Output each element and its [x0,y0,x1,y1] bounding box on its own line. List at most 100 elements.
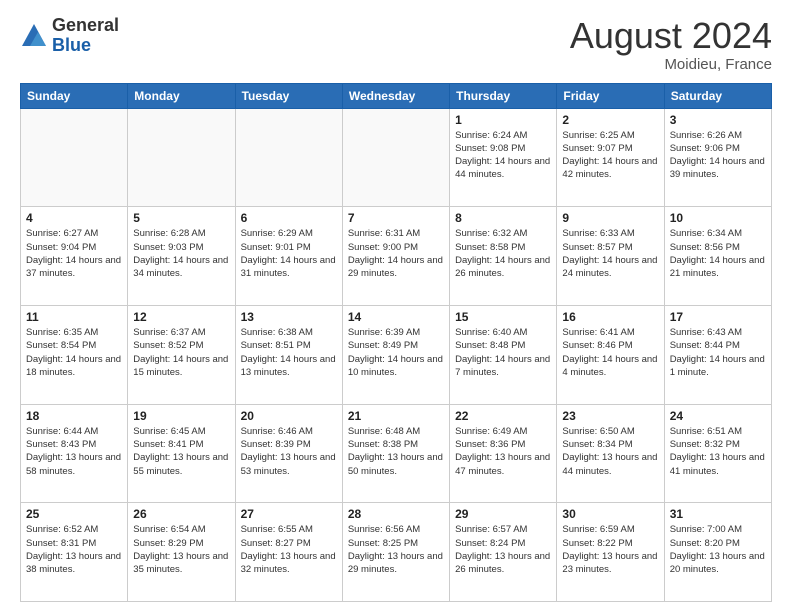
week-row-0: 1 Sunrise: 6:24 AM Sunset: 9:08 PM Daylig… [21,108,772,207]
header-monday: Monday [128,83,235,108]
cell-w0-d1 [128,108,235,207]
cell-w2-d1: 12 Sunrise: 6:37 AM Sunset: 8:52 PM Dayli… [128,305,235,404]
cell-w4-d2: 27 Sunrise: 6:55 AM Sunset: 8:27 PM Dayli… [235,503,342,602]
day-num-10: 10 [670,211,766,225]
day-num-24: 24 [670,409,766,423]
header-sunday: Sunday [21,83,128,108]
day-num-7: 7 [348,211,444,225]
calendar-header-row: Sunday Monday Tuesday Wednesday Thursday… [21,83,772,108]
day-info-9: Sunrise: 6:33 AM Sunset: 8:57 PM Dayligh… [562,227,658,280]
day-num-26: 26 [133,507,229,521]
day-num-29: 29 [455,507,551,521]
cell-w3-d6: 24Sunrise: 6:51 AM Sunset: 8:32 PM Dayli… [664,404,771,503]
day-info-2: Sunrise: 6:25 AM Sunset: 9:07 PM Dayligh… [562,129,658,182]
day-num-13: 13 [241,310,337,324]
day-num-5: 5 [133,211,229,225]
header-saturday: Saturday [664,83,771,108]
logo: General Blue [20,16,119,56]
cell-w4-d6: 31 Sunrise: 7:00 AM Sunset: 8:20 PM Dayli… [664,503,771,602]
day-num-1: 1 [455,113,551,127]
cell-w2-d2: 13Sunrise: 6:38 AM Sunset: 8:51 PM Dayli… [235,305,342,404]
cell-w2-d4: 15 Sunrise: 6:40 AM Sunset: 8:48 PM Dayli… [450,305,557,404]
cell-w2-d3: 14Sunrise: 6:39 AM Sunset: 8:49 PM Dayli… [342,305,449,404]
cell-w2-d0: 11 Sunrise: 6:35 AM Sunset: 8:54 PM Dayli… [21,305,128,404]
page: General Blue August 2024 Moidieu, France… [0,0,792,612]
day-num-28: 28 [348,507,444,521]
cell-w2-d6: 17Sunrise: 6:43 AM Sunset: 8:44 PM Dayli… [664,305,771,404]
day-info-8: Sunrise: 6:32 AM Sunset: 8:58 PM Dayligh… [455,227,551,280]
cell-w1-d4: 8 Sunrise: 6:32 AM Sunset: 8:58 PM Daylig… [450,207,557,306]
day-num-25: 25 [26,507,122,521]
day-num-21: 21 [348,409,444,423]
day-info-31: Sunrise: 7:00 AM Sunset: 8:20 PM Dayligh… [670,523,766,576]
cell-w1-d2: 6 Sunrise: 6:29 AM Sunset: 9:01 PM Daylig… [235,207,342,306]
day-info-16: Sunrise: 6:41 AM Sunset: 8:46 PM Dayligh… [562,326,658,379]
day-num-4: 4 [26,211,122,225]
header-wednesday: Wednesday [342,83,449,108]
day-num-8: 8 [455,211,551,225]
day-info-18: Sunrise: 6:44 AM Sunset: 8:43 PM Dayligh… [26,425,122,478]
day-num-31: 31 [670,507,766,521]
day-num-16: 16 [562,310,658,324]
cell-w0-d3 [342,108,449,207]
day-info-12: Sunrise: 6:37 AM Sunset: 8:52 PM Dayligh… [133,326,229,379]
day-num-22: 22 [455,409,551,423]
cell-w4-d5: 30Sunrise: 6:59 AM Sunset: 8:22 PM Dayli… [557,503,664,602]
week-row-3: 18 Sunrise: 6:44 AM Sunset: 8:43 PM Dayli… [21,404,772,503]
day-info-20: Sunrise: 6:46 AM Sunset: 8:39 PM Dayligh… [241,425,337,478]
month-title: August 2024 [570,16,772,56]
cell-w4-d1: 26 Sunrise: 6:54 AM Sunset: 8:29 PM Dayli… [128,503,235,602]
day-info-6: Sunrise: 6:29 AM Sunset: 9:01 PM Dayligh… [241,227,337,280]
title-area: August 2024 Moidieu, France [570,16,772,73]
cell-w3-d3: 21 Sunrise: 6:48 AM Sunset: 8:38 PM Dayli… [342,404,449,503]
cell-w4-d4: 29 Sunrise: 6:57 AM Sunset: 8:24 PM Dayli… [450,503,557,602]
day-num-12: 12 [133,310,229,324]
day-num-11: 11 [26,310,122,324]
day-info-23: Sunrise: 6:50 AM Sunset: 8:34 PM Dayligh… [562,425,658,478]
day-info-7: Sunrise: 6:31 AM Sunset: 9:00 PM Dayligh… [348,227,444,280]
logo-icon [20,22,48,50]
day-num-27: 27 [241,507,337,521]
cell-w1-d5: 9Sunrise: 6:33 AM Sunset: 8:57 PM Daylig… [557,207,664,306]
header: General Blue August 2024 Moidieu, France [20,16,772,73]
location: Moidieu, France [570,56,772,73]
day-num-30: 30 [562,507,658,521]
day-info-5: Sunrise: 6:28 AM Sunset: 9:03 PM Dayligh… [133,227,229,280]
week-row-4: 25 Sunrise: 6:52 AM Sunset: 8:31 PM Dayli… [21,503,772,602]
day-info-21: Sunrise: 6:48 AM Sunset: 8:38 PM Dayligh… [348,425,444,478]
day-num-14: 14 [348,310,444,324]
cell-w3-d5: 23 Sunrise: 6:50 AM Sunset: 8:34 PM Dayli… [557,404,664,503]
day-num-17: 17 [670,310,766,324]
cell-w3-d4: 22Sunrise: 6:49 AM Sunset: 8:36 PM Dayli… [450,404,557,503]
day-info-25: Sunrise: 6:52 AM Sunset: 8:31 PM Dayligh… [26,523,122,576]
logo-general-text: General [52,16,119,36]
day-info-19: Sunrise: 6:45 AM Sunset: 8:41 PM Dayligh… [133,425,229,478]
cell-w4-d3: 28Sunrise: 6:56 AM Sunset: 8:25 PM Dayli… [342,503,449,602]
day-num-18: 18 [26,409,122,423]
logo-blue-text: Blue [52,36,119,56]
cell-w0-d4: 1 Sunrise: 6:24 AM Sunset: 9:08 PM Daylig… [450,108,557,207]
day-info-11: Sunrise: 6:35 AM Sunset: 8:54 PM Dayligh… [26,326,122,379]
cell-w1-d6: 10Sunrise: 6:34 AM Sunset: 8:56 PM Dayli… [664,207,771,306]
cell-w0-d2 [235,108,342,207]
day-num-23: 23 [562,409,658,423]
day-info-1: Sunrise: 6:24 AM Sunset: 9:08 PM Dayligh… [455,129,551,182]
cell-w3-d2: 20Sunrise: 6:46 AM Sunset: 8:39 PM Dayli… [235,404,342,503]
cell-w0-d0 [21,108,128,207]
day-info-15: Sunrise: 6:40 AM Sunset: 8:48 PM Dayligh… [455,326,551,379]
cell-w1-d0: 4 Sunrise: 6:27 AM Sunset: 9:04 PM Daylig… [21,207,128,306]
header-thursday: Thursday [450,83,557,108]
cell-w2-d5: 16 Sunrise: 6:41 AM Sunset: 8:46 PM Dayli… [557,305,664,404]
header-friday: Friday [557,83,664,108]
cell-w0-d6: 3Sunrise: 6:26 AM Sunset: 9:06 PM Daylig… [664,108,771,207]
day-num-6: 6 [241,211,337,225]
day-info-27: Sunrise: 6:55 AM Sunset: 8:27 PM Dayligh… [241,523,337,576]
day-info-29: Sunrise: 6:57 AM Sunset: 8:24 PM Dayligh… [455,523,551,576]
cell-w4-d0: 25 Sunrise: 6:52 AM Sunset: 8:31 PM Dayli… [21,503,128,602]
cell-w3-d1: 19 Sunrise: 6:45 AM Sunset: 8:41 PM Dayli… [128,404,235,503]
cell-w1-d3: 7 Sunrise: 6:31 AM Sunset: 9:00 PM Daylig… [342,207,449,306]
day-num-19: 19 [133,409,229,423]
day-info-26: Sunrise: 6:54 AM Sunset: 8:29 PM Dayligh… [133,523,229,576]
day-num-15: 15 [455,310,551,324]
day-info-4: Sunrise: 6:27 AM Sunset: 9:04 PM Dayligh… [26,227,122,280]
